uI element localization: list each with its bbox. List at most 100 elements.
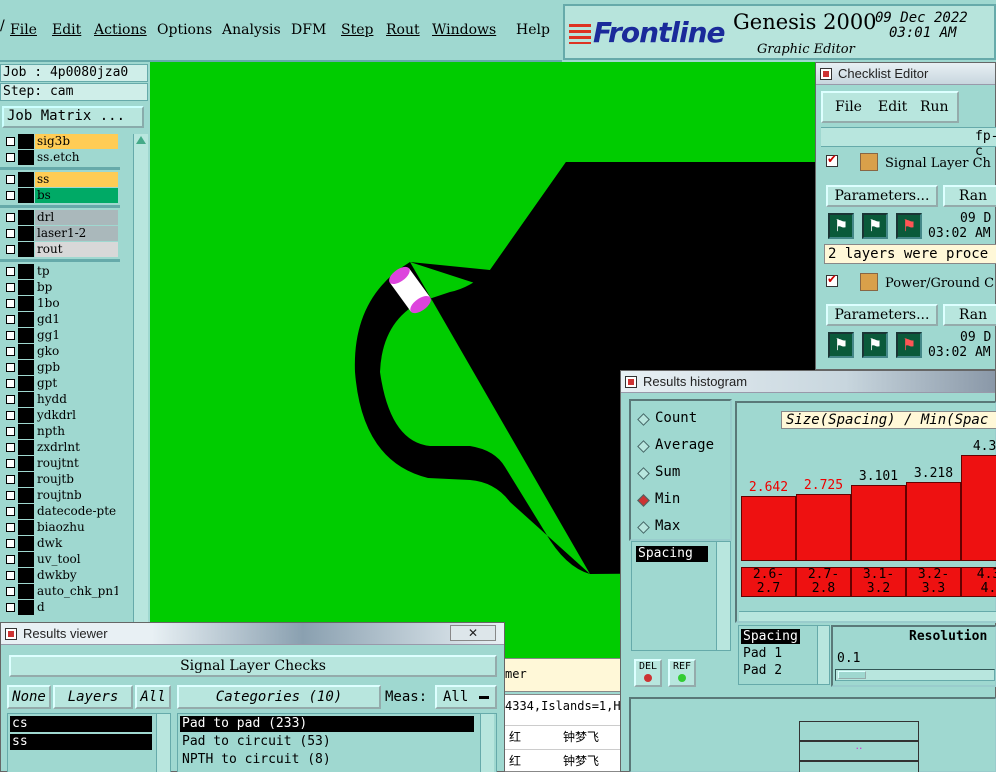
option-min-label[interactable]: Min (655, 491, 680, 507)
item2-label[interactable]: Power/Ground C (885, 276, 994, 291)
layer-row[interactable]: gpb (0, 360, 120, 375)
layer-checkbox[interactable] (6, 245, 15, 254)
checklist-menu-run[interactable]: Run (920, 99, 949, 115)
layer-row[interactable]: bp (0, 280, 120, 295)
layer-row[interactable]: zxdrlnt (0, 440, 120, 455)
layer-row[interactable]: dwk (0, 536, 120, 551)
menu-step[interactable]: Step (341, 22, 373, 38)
layer-row[interactable]: laser1-2 (0, 226, 120, 241)
layer-checkbox[interactable] (6, 491, 15, 500)
layer-row[interactable]: tp (0, 264, 120, 279)
layer-checkbox[interactable] (6, 137, 15, 146)
measure-scrollbar[interactable] (716, 542, 730, 650)
layer-name[interactable]: uv_tool (35, 552, 118, 567)
layer-checkbox[interactable] (6, 363, 15, 372)
layer-row[interactable]: gg1 (0, 328, 120, 343)
category-item[interactable]: Pad to pad (233) (180, 716, 474, 732)
layer-checkbox[interactable] (6, 347, 15, 356)
option-sum-radio[interactable] (637, 467, 650, 480)
resolution-slider[interactable] (835, 669, 995, 681)
meas-select[interactable]: All (435, 685, 497, 709)
run-error-icon[interactable]: ⚑ (896, 332, 922, 358)
menu-help[interactable]: Help (516, 22, 550, 38)
attribute-list-item[interactable]: Pad 2 (743, 663, 782, 678)
layer-name[interactable]: tp (35, 264, 118, 279)
layer-row[interactable]: gko (0, 344, 120, 359)
layer-checkbox[interactable] (6, 411, 15, 420)
layer-checkbox[interactable] (6, 213, 15, 222)
close-icon[interactable]: ✕ (450, 625, 496, 641)
layer-name[interactable]: gd1 (35, 312, 118, 327)
job-matrix-button[interactable]: Job Matrix ... (2, 106, 144, 128)
layer-row[interactable]: drl (0, 210, 120, 225)
layer-name[interactable]: npth (35, 424, 118, 439)
layer-checkbox[interactable] (6, 283, 15, 292)
histogram-bar[interactable] (961, 455, 996, 561)
scroll-up-icon[interactable] (136, 136, 146, 144)
layer-row[interactable]: dwkby (0, 568, 120, 583)
item1-parameters-button[interactable]: Parameters... (826, 185, 938, 207)
reference-button[interactable]: REF (668, 659, 696, 687)
layer-name[interactable]: bp (35, 280, 118, 295)
layer-row[interactable]: ss.etch (0, 150, 120, 165)
menu-rout[interactable]: Rout (386, 22, 420, 38)
option-count-label[interactable]: Count (655, 410, 697, 426)
layer-checkbox[interactable] (6, 379, 15, 388)
layer-checkbox[interactable] (6, 267, 15, 276)
option-sum-label[interactable]: Sum (655, 464, 680, 480)
layer-checkbox[interactable] (6, 523, 15, 532)
layer-name[interactable]: d (35, 600, 118, 615)
attribute-list-item[interactable]: Spacing (741, 629, 800, 644)
menu-options[interactable]: Options (157, 22, 212, 38)
layer-row[interactable]: roujtnb (0, 488, 120, 503)
layer-checkbox[interactable] (6, 443, 15, 452)
run-step-icon[interactable]: ⚑ (862, 213, 888, 239)
item2-run-button[interactable]: Ran (943, 304, 996, 326)
histogram-bar[interactable] (796, 494, 851, 561)
option-average-label[interactable]: Average (655, 437, 714, 453)
layer-name[interactable]: dwk (35, 536, 118, 551)
layer-checkbox[interactable] (6, 571, 15, 580)
result-layer-item[interactable]: ss (10, 734, 152, 750)
layer-checkbox[interactable] (6, 315, 15, 324)
layer-name[interactable]: gg1 (35, 328, 118, 343)
checklist-menu-file[interactable]: File (835, 99, 862, 115)
layer-checkbox[interactable] (6, 603, 15, 612)
menu-windows[interactable]: Windows (432, 22, 496, 38)
layer-name[interactable]: ss.etch (35, 150, 118, 165)
layer-name[interactable]: ydkdrl (35, 408, 118, 423)
run-icon[interactable]: ⚑ (828, 332, 854, 358)
layer-name[interactable]: laser1-2 (35, 226, 118, 241)
layer-checkbox[interactable] (6, 539, 15, 548)
layer-list-scrollbar[interactable] (133, 134, 148, 622)
layer-row[interactable]: auto_chk_pn1 (0, 584, 120, 599)
layer-row[interactable]: hydd (0, 392, 120, 407)
layers-scrollbar[interactable] (156, 714, 170, 772)
attribute-list-scrollbar[interactable] (817, 626, 829, 684)
menu-actions[interactable]: Actions (94, 22, 147, 38)
layer-name[interactable]: roujtnt (35, 456, 118, 471)
checklist-menu-edit[interactable]: Edit (878, 99, 907, 115)
layer-name[interactable]: auto_chk_pn1 (35, 584, 118, 599)
layer-name[interactable]: gpt (35, 376, 118, 391)
layer-checkbox[interactable] (6, 175, 15, 184)
layer-checkbox[interactable] (6, 555, 15, 564)
layer-name[interactable]: gko (35, 344, 118, 359)
layer-checkbox[interactable] (6, 475, 15, 484)
layer-row[interactable]: ydkdrl (0, 408, 120, 423)
layer-row[interactable]: roujtb (0, 472, 120, 487)
option-min-radio[interactable] (637, 494, 650, 507)
histogram-h-scrollbar[interactable] (739, 611, 996, 621)
layer-name[interactable]: zxdrlnt (35, 440, 118, 455)
layer-checkbox[interactable] (6, 299, 15, 308)
layer-row[interactable]: sig3b (0, 134, 120, 149)
layer-row[interactable]: rout (0, 242, 120, 257)
histogram-bar[interactable] (741, 496, 796, 561)
category-item[interactable]: Pad to circuit (53) (182, 734, 331, 749)
run-step-icon[interactable]: ⚑ (862, 332, 888, 358)
layer-name[interactable]: biaozhu (35, 520, 118, 535)
layer-name[interactable]: drl (35, 210, 118, 225)
layer-name[interactable]: roujtb (35, 472, 118, 487)
histogram-title-bar[interactable]: Results histogram (621, 371, 995, 393)
menu-dfm[interactable]: DFM (291, 22, 326, 38)
